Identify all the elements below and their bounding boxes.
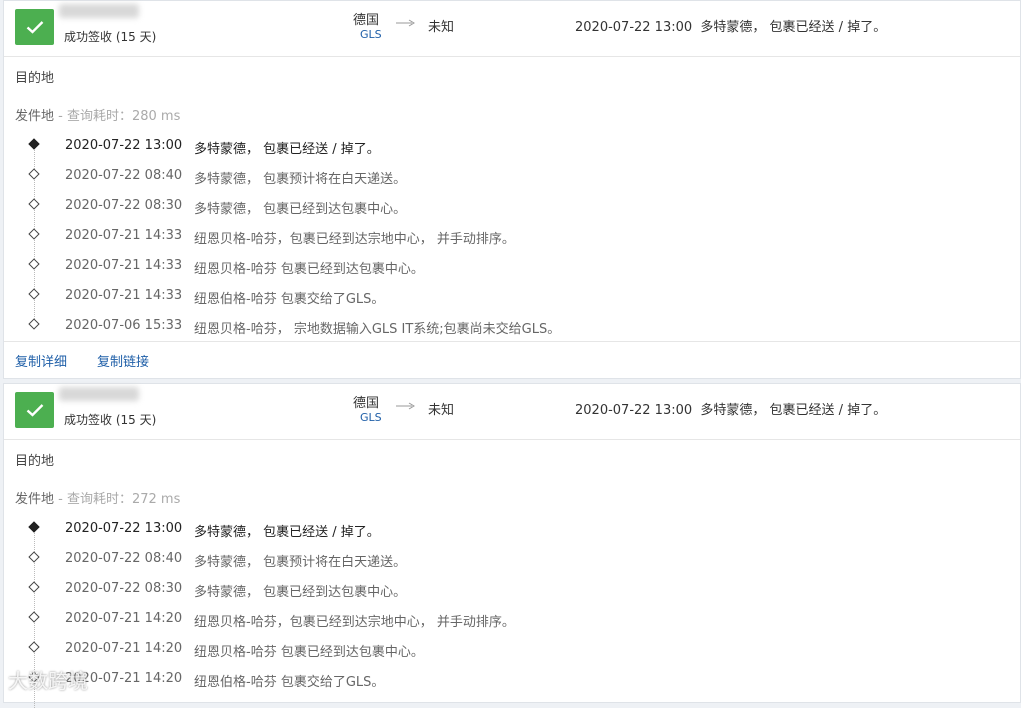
carrier-name[interactable]: GLS [360,28,382,41]
origin-section-label: 发件地 - 查询耗时：280 ms [15,105,180,124]
latest-event-desc: 多特蒙德， 包裹已经送 / 掉了。 [700,403,887,418]
diamond-icon [28,228,40,240]
timeline-event: 2020-07-21 14:33 纽恩贝格-哈芬 包裹已经到达包裹中心。 [4,250,1020,280]
event-desc: 纽恩贝格-哈芬 包裹已经到达包裹中心。 [194,645,424,660]
event-time: 2020-07-21 14:20 [65,641,183,656]
event-desc: 多特蒙德， 包裹预计将在白天递送。 [194,172,407,187]
diamond-icon [28,258,40,270]
watermark: 大数跨境 [8,669,88,693]
delivery-status: 成功签收 (15 天) [64,30,157,44]
diamond-icon [28,288,40,300]
origin-country: 德国 [353,13,380,28]
timeline-event: 2020-07-22 13:00 多特蒙德， 包裹已经送 / 掉了。 [4,513,1020,543]
card-actions: 复制详细 复制链接 [4,341,1020,380]
event-time: 2020-07-21 14:20 [65,611,183,626]
event-time: 2020-07-22 08:30 [65,198,183,213]
diamond-filled-icon [28,521,40,533]
timeline-event: 2020-07-21 14:20 纽恩贝格-哈芬 包裹已经到达包裹中心。 [4,633,1020,663]
card-header[interactable]: 成功签收 (15 天) 德国 GLS 未知 2020-07-22 13:00 多… [4,384,1020,440]
origin-section-label: 发件地 - 查询耗时：272 ms [15,488,180,507]
event-desc: 多特蒙德， 包裹已经到达包裹中心。 [194,585,407,600]
carrier-name[interactable]: GLS [360,411,382,424]
timeline-event: 2020-07-22 08:30 多特蒙德， 包裹已经到达包裹中心。 [4,190,1020,220]
copy-detail-link[interactable]: 复制详细 [15,351,67,370]
query-time-note: - 查询耗时：280 ms [54,109,181,124]
event-desc: 多特蒙德， 包裹预计将在白天递送。 [194,555,407,570]
origin-label: 发件地 [15,109,55,124]
destination-country: 未知 [428,403,455,418]
timeline-event: 2020-07-21 14:20 纽恩伯格-哈芬 包裹交给了GLS。 [4,663,1020,693]
timeline-event: 2020-07-22 08:40 多特蒙德， 包裹预计将在白天递送。 [4,543,1020,573]
card-header[interactable]: 成功签收 (15 天) 德国 GLS 未知 2020-07-22 13:00 多… [4,1,1020,57]
event-time: 2020-07-22 08:40 [65,551,183,566]
event-time: 2020-07-22 13:00 [65,138,183,153]
event-desc: 多特蒙德， 包裹已经送 / 掉了。 [194,525,380,540]
origin-country: 德国 [353,396,380,411]
diamond-icon [28,551,40,563]
event-time: 2020-07-22 13:00 [65,521,183,536]
event-time: 2020-07-06 15:33 [65,318,183,333]
latest-event-time: 2020-07-22 13:00 [575,403,693,418]
delivered-check-icon [15,9,54,45]
event-time: 2020-07-21 14:33 [65,228,183,243]
event-desc: 纽恩伯格-哈芬 包裹交给了GLS。 [194,292,385,307]
diamond-icon [28,198,40,210]
tracking-number-blurred [59,4,139,18]
arrow-right-icon [396,19,415,27]
delivered-check-icon [15,392,54,428]
latest-event-time: 2020-07-22 13:00 [575,20,693,35]
timeline-event: 2020-07-21 14:33 纽恩贝格-哈芬，包裹已经到达宗地中心， 并手动… [4,220,1020,250]
event-time: 2020-07-22 08:40 [65,168,183,183]
timeline-event: 2020-07-06 15:33 纽恩贝格-哈芬， 宗地数据输入GLS IT系统… [4,310,1020,340]
event-time: 2020-07-22 08:30 [65,581,183,596]
diamond-filled-icon [28,138,40,150]
event-desc: 多特蒙德， 包裹已经送 / 掉了。 [194,142,380,157]
destination-country: 未知 [428,20,455,35]
event-desc: 纽恩贝格-哈芬 包裹已经到达包裹中心。 [194,262,424,277]
diamond-icon [28,641,40,653]
latest-event-desc: 多特蒙德， 包裹已经送 / 掉了。 [700,20,887,35]
tracking-card-2: 成功签收 (15 天) 德国 GLS 未知 2020-07-22 13:00 多… [3,383,1021,708]
event-desc: 多特蒙德， 包裹已经到达包裹中心。 [194,202,407,217]
latest-event: 2020-07-22 13:00 多特蒙德， 包裹已经送 / 掉了。 [575,399,886,418]
origin-label: 发件地 [15,492,55,507]
diamond-icon [28,318,40,330]
event-time: 2020-07-21 14:33 [65,288,183,303]
event-desc: 纽恩贝格-哈芬，包裹已经到达宗地中心， 并手动排序。 [194,615,515,630]
event-desc: 纽恩贝格-哈芬， 宗地数据输入GLS IT系统;包裹尚未交给GLS。 [194,322,561,337]
timeline-event: 2020-07-22 08:30 多特蒙德， 包裹已经到达包裹中心。 [4,573,1020,603]
copy-link-link[interactable]: 复制链接 [97,351,149,370]
event-desc: 纽恩伯格-哈芬 包裹交给了GLS。 [194,675,385,690]
diamond-icon [28,611,40,623]
timeline-event: 2020-07-21 14:20 纽恩贝格-哈芬，包裹已经到达宗地中心， 并手动… [4,603,1020,633]
tracking-number-blurred [59,387,139,401]
delivery-status: 成功签收 (15 天) [64,413,157,427]
diamond-icon [28,581,40,593]
arrow-right-icon [396,402,415,410]
event-desc: 纽恩贝格-哈芬，包裹已经到达宗地中心， 并手动排序。 [194,232,515,247]
query-time-note: - 查询耗时：272 ms [54,492,181,507]
event-time: 2020-07-21 14:33 [65,258,183,273]
destination-section-label: 目的地 [15,454,55,469]
timeline-event: 2020-07-21 14:33 纽恩伯格-哈芬 包裹交给了GLS。 [4,280,1020,310]
latest-event: 2020-07-22 13:00 多特蒙德， 包裹已经送 / 掉了。 [575,16,886,35]
timeline-event: 2020-07-22 08:40 多特蒙德， 包裹预计将在白天递送。 [4,160,1020,190]
timeline-event: 2020-07-22 13:00 多特蒙德， 包裹已经送 / 掉了。 [4,130,1020,160]
destination-section-label: 目的地 [15,71,55,86]
tracking-card-1: 成功签收 (15 天) 德国 GLS 未知 2020-07-22 13:00 多… [3,0,1021,379]
diamond-icon [28,168,40,180]
